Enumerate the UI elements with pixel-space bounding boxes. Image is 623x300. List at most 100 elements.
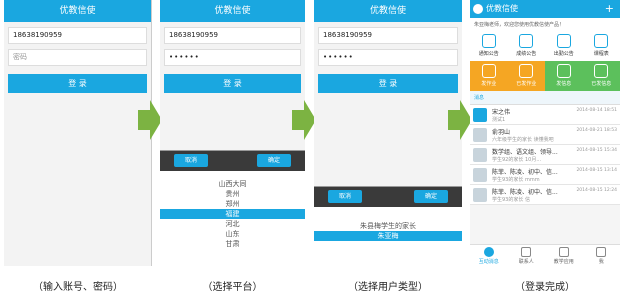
message-preview: 测试1 bbox=[492, 117, 506, 123]
plus-icon[interactable]: + bbox=[605, 0, 614, 18]
tab-contacts[interactable]: 联系人 bbox=[508, 245, 546, 266]
grid-label: 课程表 bbox=[593, 51, 609, 57]
picker-option[interactable]: 朱县梅学生的家长 bbox=[314, 221, 462, 231]
list-item[interactable]: 陈菲、陈凌、初中、信... 学生93的家长 信 2014-08-15 12:24 bbox=[470, 185, 620, 205]
avatar bbox=[473, 128, 487, 142]
app-title: 优教信使 bbox=[4, 0, 151, 22]
caption-step-3: （选择用户类型） bbox=[348, 282, 428, 293]
welcome-text: 朱亚梅老师，欢迎您使用优教信使产品！ bbox=[470, 18, 620, 31]
confirm-button[interactable]: 确定 bbox=[257, 154, 291, 167]
person-icon bbox=[596, 247, 607, 257]
picker-option-selected[interactable]: 福建 bbox=[160, 209, 305, 219]
grid-item-attendance[interactable]: 出勤公告 bbox=[545, 31, 583, 61]
function-grid: 通知公告 成绩公告 出勤公告 课程表 发作业 已发作业 发信息 已发信息 bbox=[470, 31, 620, 91]
home-header: 优教信使 + bbox=[470, 0, 620, 18]
grid-label: 已发信息 bbox=[591, 81, 612, 87]
tab-label: 教学应用 bbox=[553, 259, 574, 265]
message-time: 2014-08-14 18:51 bbox=[576, 108, 617, 113]
caption-step-2: （选择平台） bbox=[202, 282, 263, 293]
tab-me[interactable]: 我 bbox=[583, 245, 621, 266]
tab-messages[interactable]: 互动消息 bbox=[470, 245, 508, 266]
grid-item-send-message[interactable]: 发信息 bbox=[545, 61, 583, 91]
password-input[interactable]: •••••• bbox=[318, 49, 458, 66]
grid-item-sent-messages[interactable]: 已发信息 bbox=[582, 61, 620, 91]
home-screen: 优教信使 + 朱亚梅老师，欢迎您使用优教信使产品！ 通知公告 成绩公告 出勤公告… bbox=[470, 0, 620, 266]
app-title: 优教信使 bbox=[160, 0, 305, 22]
avatar bbox=[473, 148, 487, 162]
bottom-tab-bar: 互动消息 联系人 教学应用 我 bbox=[470, 244, 620, 266]
arrow-right-icon bbox=[138, 100, 162, 140]
tab-label: 我 bbox=[598, 259, 604, 265]
avatar bbox=[473, 188, 487, 202]
list-item[interactable]: 数学组、语文组、领导... 学生92的家长 10月... 2014-08-15 … bbox=[470, 145, 620, 165]
picker-option[interactable]: 甘肃 bbox=[160, 239, 305, 249]
apps-grid-icon bbox=[558, 247, 569, 257]
message-preview: 学生93的家长 mmm bbox=[492, 177, 540, 183]
grid-label: 通知公告 bbox=[478, 51, 499, 57]
arrow-right-icon bbox=[448, 100, 472, 140]
picker-option[interactable]: 山东 bbox=[160, 229, 305, 239]
home-title: 优教信使 bbox=[486, 4, 518, 13]
login-screen-2: 优教信使 18638190959 •••••• 登 录 取消 确定 山西大同 贵… bbox=[160, 0, 305, 266]
password-input[interactable]: •••••• bbox=[164, 49, 301, 66]
grid-label: 出勤公告 bbox=[553, 51, 574, 57]
schedule-icon bbox=[594, 34, 609, 48]
usertype-list[interactable]: 朱县梅学生的家长 朱亚梅 bbox=[314, 221, 462, 241]
picker-option[interactable]: 贵州 bbox=[160, 189, 305, 199]
platform-picker: 取消 确定 山西大同 贵州 郑州 福建 河北 山东 甘肃 bbox=[160, 150, 305, 266]
grid-item-notice[interactable]: 通知公告 bbox=[470, 31, 508, 61]
cancel-button[interactable]: 取消 bbox=[174, 154, 208, 167]
login-screen-3: 优教信使 18638190959 •••••• 登 录 取消 确定 朱县梅学生的… bbox=[314, 0, 462, 266]
contacts-icon bbox=[521, 247, 532, 257]
tab-label: 联系人 bbox=[518, 259, 534, 265]
login-button[interactable]: 登 录 bbox=[318, 74, 458, 93]
arrow-right-icon bbox=[292, 100, 316, 140]
chat-icon bbox=[483, 247, 494, 257]
picker-option[interactable]: 河北 bbox=[160, 219, 305, 229]
list-item[interactable]: 俞羽山 六年级学生的家长 读懂我吧 2014-08-21 18:53 bbox=[470, 125, 620, 145]
app-title: 优教信使 bbox=[314, 0, 462, 22]
picker-toolbar: 取消 确定 bbox=[314, 187, 462, 207]
message-time: 2014-08-15 13:14 bbox=[576, 168, 617, 173]
grid-item-grades[interactable]: 成绩公告 bbox=[508, 31, 546, 61]
grid-label: 发作业 bbox=[481, 81, 497, 87]
grid-item-sent-homework[interactable]: 已发作业 bbox=[507, 61, 545, 91]
messages-header: 消息 bbox=[470, 91, 620, 105]
sent-bell-icon bbox=[594, 64, 609, 78]
grid-label: 成绩公告 bbox=[516, 51, 537, 57]
account-input[interactable]: 18638190959 bbox=[8, 27, 147, 44]
message-time: 2014-08-21 18:53 bbox=[576, 128, 617, 133]
avatar bbox=[473, 168, 487, 182]
list-item[interactable]: 陈菲、陈凌、初中、信... 学生93的家长 mmm 2014-08-15 13:… bbox=[470, 165, 620, 185]
picker-toolbar: 取消 确定 bbox=[160, 151, 305, 171]
picker-option-selected[interactable]: 朱亚梅 bbox=[314, 231, 462, 241]
sent-homework-icon bbox=[519, 64, 534, 78]
message-preview: 六年级学生的家长 读懂我吧 bbox=[492, 137, 554, 143]
confirm-button[interactable]: 确定 bbox=[414, 190, 448, 203]
homework-icon bbox=[481, 64, 496, 78]
speaker-icon bbox=[481, 34, 496, 48]
platform-list[interactable]: 山西大同 贵州 郑州 福建 河北 山东 甘肃 bbox=[160, 179, 305, 249]
grid-label: 发信息 bbox=[556, 81, 572, 87]
grid-item-homework[interactable]: 发作业 bbox=[470, 61, 508, 91]
avatar bbox=[473, 108, 487, 122]
list-item[interactable]: 宋之伟 测试1 2014-08-14 18:51 bbox=[470, 105, 620, 125]
login-screen-1: 优教信使 18638190959 密码 登 录 bbox=[4, 0, 152, 266]
caption-step-4: （登录完成） bbox=[515, 282, 575, 293]
tab-apps[interactable]: 教学应用 bbox=[545, 245, 583, 266]
picker-option[interactable]: 郑州 bbox=[160, 199, 305, 209]
tab-label: 互动消息 bbox=[478, 259, 499, 265]
cancel-button[interactable]: 取消 bbox=[328, 190, 362, 203]
login-button[interactable]: 登 录 bbox=[164, 74, 301, 93]
app-logo-icon bbox=[473, 4, 483, 14]
grid-label: 已发作业 bbox=[516, 81, 537, 87]
account-input[interactable]: 18638190959 bbox=[164, 27, 301, 44]
password-input[interactable]: 密码 bbox=[8, 49, 147, 66]
picker-option[interactable]: 山西大同 bbox=[160, 179, 305, 189]
message-time: 2014-08-15 12:24 bbox=[576, 188, 617, 193]
caption-step-1: （输入账号、密码） bbox=[33, 282, 123, 293]
login-button[interactable]: 登 录 bbox=[8, 74, 147, 93]
clock-icon bbox=[556, 34, 571, 48]
account-input[interactable]: 18638190959 bbox=[318, 27, 458, 44]
grid-item-schedule[interactable]: 课程表 bbox=[583, 31, 621, 61]
